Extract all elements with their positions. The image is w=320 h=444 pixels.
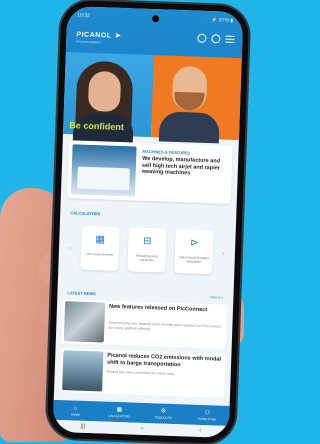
news-title: New features released on PicConnect	[108, 303, 208, 314]
nav-products[interactable]: ⚙ PRODUCTS	[143, 407, 183, 419]
calculator-label: Fabric length & weight calculation	[179, 255, 209, 264]
home-button[interactable]: ○	[140, 426, 144, 432]
news-image	[62, 350, 104, 392]
hero-photo-man	[150, 55, 242, 144]
news-description: Some exciting new features have recently…	[108, 320, 222, 331]
globe-icon[interactable]	[211, 34, 221, 44]
machines-label: MACHINES & FEATURES	[142, 148, 191, 156]
news-image	[63, 301, 106, 343]
calculators-carousel: ‹ ▦ Yarn count converter ⊟ Remaining war…	[68, 222, 226, 277]
warp-icon: ⊟	[142, 235, 152, 248]
fabric-icon: ⊳	[190, 237, 199, 249]
hero-slogan: Be confident	[69, 120, 124, 133]
calculator-label: Yarn count converter	[85, 251, 114, 257]
weaving-machine-image	[70, 144, 137, 197]
status-time: 10:32	[77, 12, 90, 19]
yarn-count-icon: ▦	[95, 234, 106, 246]
calculator-card-warp[interactable]: ⊟ Remaining warp calculation	[127, 227, 167, 273]
nav-label: CALCULATORS	[108, 413, 131, 418]
news-item[interactable]: Picanol reduces CO2 emissions with modal…	[60, 348, 226, 398]
calculator-card-fabric[interactable]: ⊳ Fabric length & weight calculation	[174, 228, 214, 275]
nav-picnetting[interactable]: ⚇ PICNETTING	[187, 409, 227, 421]
calculator-label: Remaining warp calculation	[135, 253, 158, 263]
chevron-left-icon[interactable]: ‹	[69, 243, 72, 252]
paper-plane-icon: ➤	[114, 30, 122, 40]
latest-news-title: LATEST NEWS	[67, 290, 96, 297]
chevron-right-icon[interactable]: ›	[222, 248, 225, 257]
brand-tagline: let's grow together	[76, 39, 101, 45]
back-button[interactable]: ‹	[199, 428, 201, 434]
view-all-link[interactable]: VIEW ALL	[210, 295, 224, 299]
nav-label: HOME	[70, 411, 80, 417]
smartphone: 10:32 ⚡ 87% ▮ PICANOL ➤ let's grow toget…	[46, 0, 250, 444]
nav-home[interactable]: ⌂ HOME	[55, 404, 95, 416]
nav-label: PICNETTING	[198, 416, 217, 422]
machines-text: We develop, manufacture and sell high te…	[141, 155, 221, 177]
nav-calculators[interactable]: ▦ CALCULATORS	[99, 406, 139, 418]
phone-screen: 10:32 ⚡ 87% ▮ PICANOL ➤ let's grow toget…	[52, 6, 244, 438]
user-icon[interactable]	[197, 33, 207, 43]
nav-label: PRODUCTS	[154, 414, 172, 420]
news-item[interactable]: New features released on PicConnect Some…	[61, 299, 228, 349]
menu-icon[interactable]	[225, 35, 235, 44]
news-title: Picanol reduces CO2 emissions with modal…	[106, 352, 222, 368]
machines-features-card[interactable]: MACHINES & FEATURES We develop, manufact…	[66, 140, 233, 204]
recents-button[interactable]: |||	[80, 424, 85, 430]
calculator-card-yarn[interactable]: ▦ Yarn count converter	[80, 225, 120, 271]
news-description: Picanol has been committed for many year…	[106, 369, 175, 377]
status-icons: ⚡ 87% ▮	[211, 17, 234, 24]
brand-logo: PICANOL	[76, 31, 112, 40]
calculators-title: CALCULATORS	[70, 210, 101, 217]
hero-banner: Be confident	[63, 52, 242, 145]
